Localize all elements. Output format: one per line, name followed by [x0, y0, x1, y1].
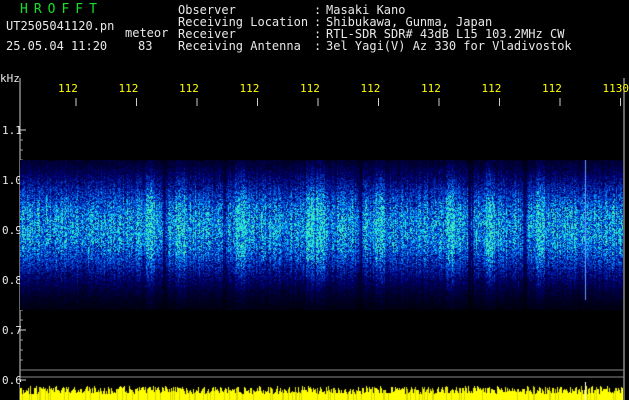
- header-panel: HROFFT UT2505041120.pn meteor 25.05.04 1…: [0, 0, 629, 70]
- x-tick-label: 112: [361, 82, 381, 95]
- x-tick-label: 112: [542, 82, 562, 95]
- y-tick-label: 0.8: [2, 274, 22, 287]
- file-tag: meteor: [125, 26, 169, 40]
- app-title: HROFFT: [20, 2, 103, 17]
- meta-separator: :: [314, 39, 322, 53]
- file-datetime: 25.05.04 11:20: [6, 39, 108, 53]
- x-tick-label: 112: [119, 82, 139, 95]
- meta-label-antenna: Receiving Antenna: [178, 39, 301, 53]
- signal-level-bar: [20, 382, 623, 400]
- reference-lines: [20, 369, 624, 378]
- x-tick-label: 1130: [603, 82, 629, 95]
- file-name: UT2505041120.pn: [6, 19, 115, 33]
- x-tick-label: 112: [421, 82, 441, 95]
- y-tick-label: 1.1: [2, 124, 22, 137]
- y-tick-label: 0.6: [2, 374, 22, 387]
- x-tick-label: 112: [58, 82, 78, 95]
- x-tick-label: 112: [179, 82, 199, 95]
- x-tick-label: 112: [240, 82, 260, 95]
- y-tick-label: 0.9: [2, 224, 22, 237]
- file-count: 83: [138, 39, 153, 53]
- x-axis-ticks: 112 112 112 112 112 112 112 112 112 1130: [58, 82, 629, 106]
- x-tick-label: 112: [300, 82, 320, 95]
- y-tick-label: 0.7: [2, 324, 22, 337]
- axis-unit-label: kHz: [0, 72, 20, 85]
- x-tick-label: 112: [482, 82, 502, 95]
- y-tick-label: 1.0: [2, 174, 22, 187]
- spectrogram-waterfall: [20, 160, 623, 310]
- meta-value-antenna: 3el Yagi(V) Az 330 for Vladivostok: [326, 39, 572, 53]
